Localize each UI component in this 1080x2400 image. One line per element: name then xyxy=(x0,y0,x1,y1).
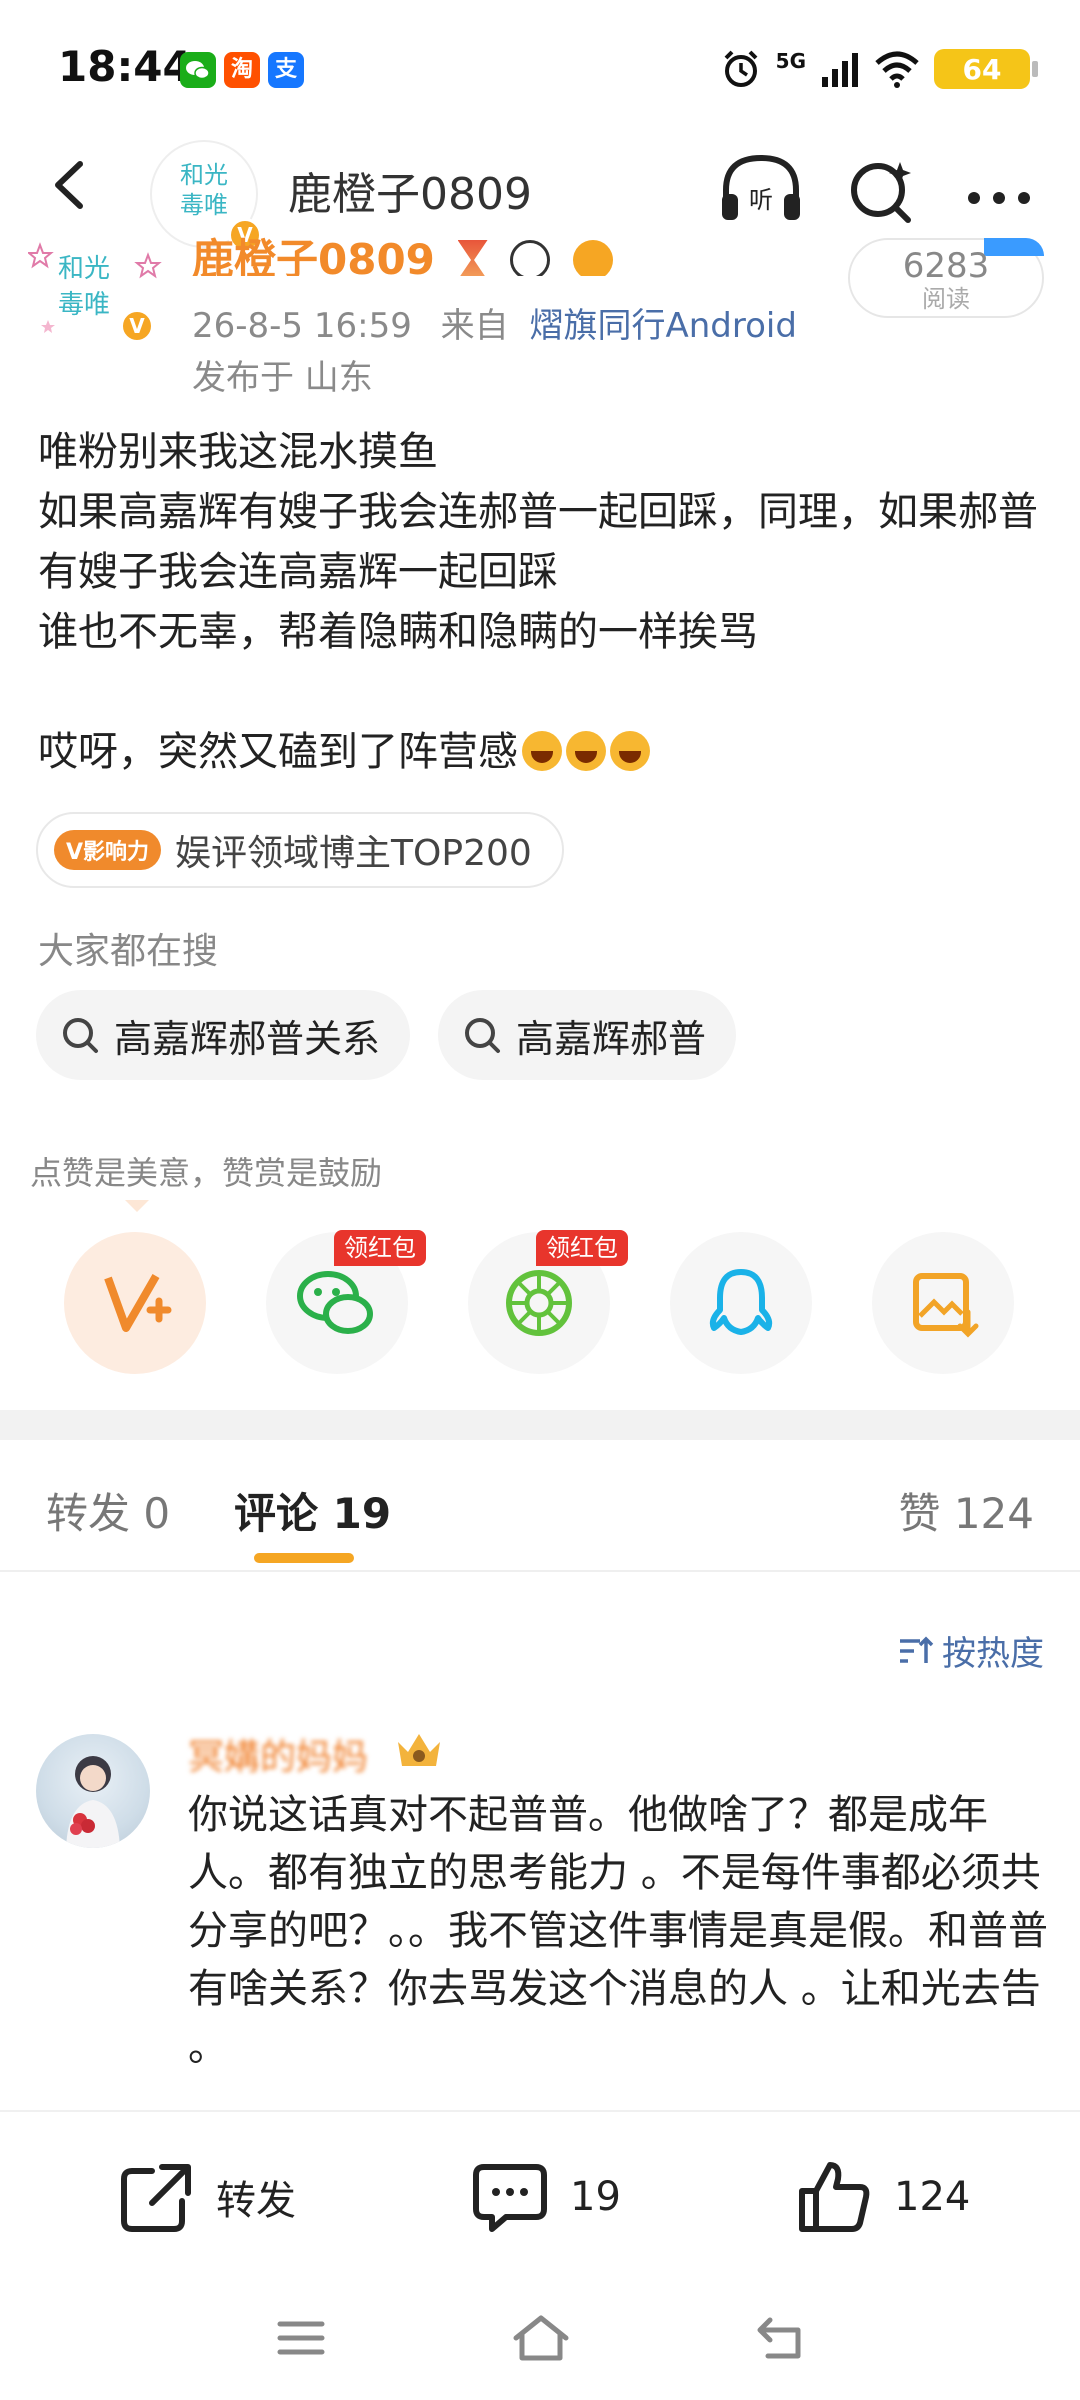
search-chip-label: 高嘉辉郝普 xyxy=(516,1016,707,1061)
post-source-link[interactable]: 熠旗同行Android xyxy=(529,306,796,346)
commenter-avatar-image xyxy=(66,1756,120,1848)
post-author-text: 鹿橙子0809 xyxy=(192,235,435,276)
laughing-emoji-icon xyxy=(566,731,606,771)
like-button[interactable]: 124 xyxy=(794,2152,970,2242)
read-corner-tag xyxy=(984,238,1044,256)
post-content: 唯粉别来我这混水摸鱼 如果高嘉辉有嫂子我会连郝普一起回踩，同理，如果郝普有嫂子我… xyxy=(38,422,1048,782)
listen-button[interactable]: 听 xyxy=(716,150,806,230)
headphones-icon: 听 xyxy=(722,154,800,220)
header-title[interactable]: 鹿橙子0809 xyxy=(288,158,532,222)
search-sparkle-icon xyxy=(851,162,911,223)
header-avatar-text: 和光 毒唯 xyxy=(180,161,228,219)
network-type: 5G xyxy=(775,49,806,73)
influence-tag: V影响力 xyxy=(54,830,162,870)
read-label: 阅读 xyxy=(922,285,970,313)
commenter-name[interactable]: 冥媾的妈妈 xyxy=(188,1728,368,1780)
post-line-last: 哎呀，突然又磕到了阵营感 xyxy=(38,722,1048,782)
search-chip[interactable]: 高嘉辉郝普 xyxy=(438,990,737,1080)
post-verified-badge-icon: V xyxy=(120,309,154,343)
home-icon xyxy=(513,2315,569,2361)
commenter-avatar[interactable] xyxy=(36,1734,150,1848)
sort-icon xyxy=(900,1636,934,1663)
alipay-notification-icon: 支 xyxy=(268,52,304,88)
tip-arrow xyxy=(125,1200,149,1212)
v-plus-icon xyxy=(104,1274,172,1332)
repost-button[interactable]: 转发 xyxy=(116,2152,296,2242)
search-icon xyxy=(63,1018,98,1053)
tab-comments[interactable]: 评论 19 xyxy=(234,1480,391,1541)
signal-icon xyxy=(822,53,858,87)
read-count-box: 6283 阅读 xyxy=(848,238,1044,318)
comment-text: 你说这话真对不起普普。他做啥了？都是成年人。都有独立的思考能力 。不是每件事都必… xyxy=(188,1792,1048,2070)
share-icon xyxy=(121,2164,191,2232)
active-tab-indicator xyxy=(254,1553,354,1563)
more-button[interactable] xyxy=(956,150,1046,230)
laughing-emoji-icon xyxy=(522,731,562,771)
like-count: 124 xyxy=(894,2174,971,2220)
more-dots-icon xyxy=(968,192,1030,204)
trending-search-title: 大家都在搜 xyxy=(38,931,219,972)
post-line xyxy=(38,662,1048,722)
search-icon xyxy=(465,1018,500,1053)
post-avatar-text: 和光 毒唯 xyxy=(58,254,111,320)
search-button[interactable] xyxy=(838,150,928,230)
repost-label: 转发 xyxy=(216,2178,296,2224)
qq-share-button[interactable] xyxy=(670,1232,812,1374)
post-location: 发布于 山东 xyxy=(192,358,373,398)
post-author-name[interactable]: 鹿橙子0809 xyxy=(192,226,613,276)
red-packet-tag: 领红包 xyxy=(536,1230,628,1266)
influence-badge[interactable]: V影响力 娱评领域博主TOP200 xyxy=(36,812,564,888)
sort-label: 按热度 xyxy=(942,1634,1044,1674)
status-icons: 5G 64 xyxy=(720,46,1038,92)
sort-button[interactable]: 按热度 xyxy=(896,1626,1044,1675)
tabs-divider xyxy=(0,1570,1080,1572)
influence-text: 娱评领域博主TOP200 xyxy=(175,833,532,874)
reward-tip: 点赞是美意，赞赏是鼓励 xyxy=(30,1154,383,1192)
comment-count: 19 xyxy=(570,2174,621,2220)
save-image-icon xyxy=(913,1273,979,1338)
post-line: 谁也不无辜，帮着隐瞒和隐瞒的一样挨骂 xyxy=(38,609,758,655)
taobao-notification-icon: 淘 xyxy=(224,52,260,88)
status-bar: 18:44 淘 支 5G 64 xyxy=(0,0,1080,140)
section-separator xyxy=(0,1410,1080,1440)
post-line-text: 哎呀，突然又磕到了阵营感 xyxy=(38,729,518,775)
return-icon xyxy=(757,2317,801,2359)
post-line: 唯粉别来我这混水摸鱼 xyxy=(38,429,438,475)
crown-badge-icon xyxy=(398,1734,440,1766)
comment-button[interactable]: 19 xyxy=(470,2152,621,2242)
wechat-notification-icon xyxy=(180,52,216,88)
home-nav-button[interactable] xyxy=(506,2308,576,2368)
laughing-emoji-icon xyxy=(610,731,650,771)
fan-badge-icon xyxy=(572,240,613,276)
post-time: 26-8-5 16:59 xyxy=(192,306,412,346)
alarm-icon xyxy=(724,50,758,87)
hourglass-badge-icon xyxy=(457,240,488,276)
search-chip[interactable]: 高嘉辉郝普关系 xyxy=(36,990,411,1080)
back-nav-button[interactable] xyxy=(746,2308,816,2368)
menu-nav-button[interactable] xyxy=(266,2308,336,2368)
svg-text:听: 听 xyxy=(749,186,773,214)
panda-badge-icon xyxy=(510,240,551,276)
qq-icon xyxy=(709,1269,773,1335)
reward-v-plus-button[interactable] xyxy=(64,1232,206,1374)
back-button[interactable] xyxy=(36,150,106,220)
red-packet-tag: 领红包 xyxy=(334,1230,426,1266)
post-meta: 26-8-5 16:59 来自 熠旗同行Android xyxy=(192,298,797,347)
bottom-action-bar: 转发 19 124 xyxy=(0,2110,1080,2280)
tab-likes[interactable]: 赞 124 xyxy=(898,1480,1034,1541)
post-author-avatar[interactable]: 和光 毒唯 V xyxy=(28,225,168,365)
back-arrow-icon xyxy=(55,161,83,209)
post-line: 如果高嘉辉有嫂子我会连郝普一起回踩，同理，如果郝普有嫂子我会连高嘉辉一起回踩 xyxy=(38,489,1038,595)
search-chip-label: 高嘉辉郝普关系 xyxy=(114,1016,381,1061)
wifi-icon xyxy=(875,51,919,88)
battery-indicator: 64 xyxy=(934,49,1038,89)
menu-icon xyxy=(277,2321,325,2355)
comment-icon xyxy=(473,2164,547,2232)
tab-repost[interactable]: 转发 0 xyxy=(46,1480,170,1541)
status-time: 18:44 xyxy=(58,42,192,91)
system-nav-bar xyxy=(0,2280,1080,2400)
save-image-button[interactable] xyxy=(872,1232,1014,1374)
post-from-label: 来自 xyxy=(440,306,509,346)
thumbs-up-icon xyxy=(799,2162,870,2232)
